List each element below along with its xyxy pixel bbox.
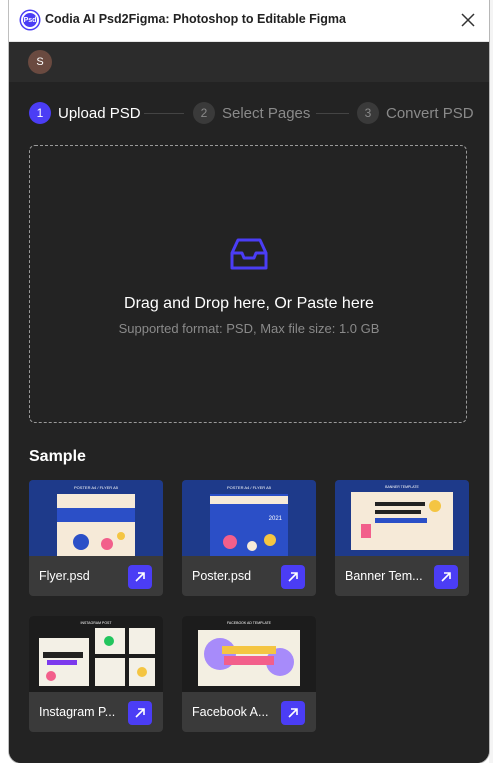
arrow-up-right-icon	[288, 572, 298, 582]
step-label: Convert PSD	[386, 104, 474, 122]
step-select-pages: 2 Select Pages	[193, 101, 310, 125]
svg-text:FACEBOOK AD TEMPLATE: FACEBOOK AD TEMPLATE	[227, 621, 272, 625]
open-sample-button[interactable]	[281, 565, 305, 589]
sample-card-label: Poster.psd	[192, 569, 252, 583]
sample-card-instagram[interactable]: INSTAGRAM POST Instagram P...	[29, 616, 163, 732]
sample-card-label: Instagram P...	[39, 705, 116, 719]
arrow-up-right-icon	[441, 572, 451, 582]
instagram-thumbnail: INSTAGRAM POST	[29, 616, 163, 692]
inbox-icon	[230, 238, 268, 270]
arrow-up-right-icon	[135, 708, 145, 718]
banner-thumbnail: BANNER TEMPLATE	[335, 480, 469, 556]
svg-text:INSTAGRAM POST: INSTAGRAM POST	[80, 621, 112, 625]
sample-card-label: Banner Tem...	[345, 569, 423, 583]
open-sample-button[interactable]	[128, 701, 152, 725]
facebook-thumbnail: FACEBOOK AD TEMPLATE	[182, 616, 316, 692]
step-number: 2	[193, 102, 215, 124]
sample-card-facebook[interactable]: FACEBOOK AD TEMPLATE Facebook A...	[182, 616, 316, 732]
plugin-window: Psd Codia AI Psd2Figma: Photoshop to Edi…	[9, 0, 489, 763]
sample-card-banner[interactable]: BANNER TEMPLATE Banner Tem...	[335, 480, 469, 596]
step-upload-psd: 1 Upload PSD	[29, 101, 141, 125]
sample-card-label: Facebook A...	[192, 705, 269, 719]
step-label: Select Pages	[222, 104, 311, 122]
background-page-strip	[489, 0, 493, 763]
window-title: Codia AI Psd2Figma: Photoshop to Editabl…	[45, 12, 346, 26]
step-connector	[316, 113, 349, 114]
open-sample-button[interactable]	[128, 565, 152, 589]
codia-logo-icon: Psd	[21, 11, 39, 29]
dropzone-subtitle: Supported format: PSD, Max file size: 1.…	[118, 321, 380, 336]
sample-heading: Sample	[29, 448, 86, 465]
open-sample-button[interactable]	[434, 565, 458, 589]
svg-text:BANNER TEMPLATE: BANNER TEMPLATE	[385, 485, 419, 489]
arrow-up-right-icon	[288, 708, 298, 718]
user-bar: S	[9, 42, 489, 82]
step-label: Upload PSD	[58, 104, 141, 122]
flyer-thumbnail: POSTER A4 / FLYER A5	[29, 480, 163, 556]
upload-dropzone[interactable]: Drag and Drop here, Or Paste here Suppor…	[29, 145, 467, 423]
step-connector	[144, 113, 184, 114]
sample-card-flyer[interactable]: POSTER A4 / FLYER A5 Flyer.psd	[29, 480, 163, 596]
title-bar: Psd Codia AI Psd2Figma: Photoshop to Edi…	[9, 0, 489, 42]
main-content: 1 Upload PSD 2 Select Pages 3 Convert PS…	[9, 82, 489, 763]
svg-text:POSTER A4 / FLYER A5: POSTER A4 / FLYER A5	[74, 485, 119, 490]
svg-text:POSTER A4 / FLYER A5: POSTER A4 / FLYER A5	[227, 485, 272, 490]
svg-text:2021: 2021	[269, 516, 283, 522]
dropzone-title: Drag and Drop here, Or Paste here	[124, 295, 374, 312]
sample-card-poster[interactable]: POSTER A4 / FLYER A5 2021 Poster.psd	[182, 480, 316, 596]
avatar[interactable]: S	[28, 50, 52, 74]
sample-card-label: Flyer.psd	[39, 569, 90, 583]
open-sample-button[interactable]	[281, 701, 305, 725]
close-icon[interactable]	[459, 11, 477, 29]
step-convert-psd: 3 Convert PSD	[357, 101, 474, 125]
arrow-up-right-icon	[135, 572, 145, 582]
poster-thumbnail: POSTER A4 / FLYER A5 2021	[182, 480, 316, 556]
step-number: 3	[357, 102, 379, 124]
step-number: 1	[29, 102, 51, 124]
